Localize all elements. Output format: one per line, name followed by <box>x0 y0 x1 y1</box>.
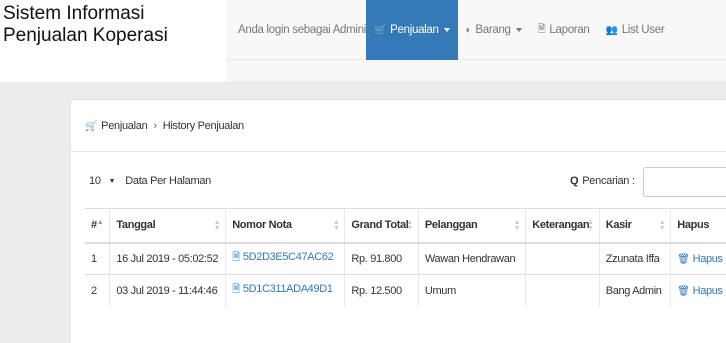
menu-list-user-label: List User <box>621 24 665 36</box>
cell-tanggal: 16 Jul 2019 - 05:02:52 <box>109 242 227 275</box>
document-icon: 🗎 <box>232 284 240 296</box>
col-header-tanggal[interactable]: Tanggal ▲ ▼ <box>109 208 227 244</box>
sort-icon: ▲ ▼ <box>658 219 666 232</box>
trash-icon: 🗑 <box>677 253 690 265</box>
col-header-no[interactable]: #▲ <box>85 208 111 244</box>
cell-nomor-nota[interactable]: 🗎 5D2D3E5C47AC62 <box>225 242 346 275</box>
tag-icon: ◐ <box>465 24 472 36</box>
cell-hapus[interactable]: 🗑 Hapus <box>670 274 726 307</box>
users-icon: 👥 <box>605 24 618 36</box>
breadcrumb-root[interactable]: Penjualan <box>101 120 148 132</box>
sort-asc-icon: ▲ <box>96 219 104 227</box>
col-header-grand-total[interactable]: Grand Total ▲ ▼ <box>344 208 419 244</box>
table-row: 1 16 Jul 2019 - 05:02:52 🗎 5D2D3E5C47AC62… <box>85 242 726 275</box>
cell-hapus[interactable]: 🗑 Hapus <box>670 242 726 275</box>
table-controls: 10 ▼ Data Per Halaman Q Pencarian : <box>85 167 726 197</box>
cart-icon: 🛒 <box>374 24 387 36</box>
history-panel: 🛒 Penjualan › History Penjualan 10 ▼ Dat… <box>70 99 726 343</box>
hapus-link[interactable]: Hapus <box>693 253 723 265</box>
nota-link[interactable]: 5D1C311ADA49D1 <box>243 283 333 295</box>
menu-penjualan-label: Penjualan <box>390 24 439 36</box>
menu-list-user[interactable]: 👥 List User <box>598 0 673 60</box>
menu-penjualan[interactable]: 🛒 Penjualan <box>366 0 458 60</box>
breadcrumb: 🛒 Penjualan › History Penjualan <box>85 120 244 132</box>
menu-laporan[interactable]: 🗎 Laporan <box>530 0 598 60</box>
cart-icon: 🛒 <box>85 120 98 132</box>
table-header-row: #▲ Tanggal ▲ ▼ Nomor Nota ▲ ▼ Grand Total ▲ ▼ … <box>85 208 726 244</box>
per-page-select[interactable]: 10 <box>89 175 101 187</box>
divider <box>71 151 726 152</box>
cell-grand-total: Rp. 12.500 <box>344 274 419 307</box>
sort-icon: ▲ ▼ <box>587 219 594 232</box>
main-menu: 🛒 Penjualan ◐ Barang 🗎 Laporan 👥 List Us… <box>366 0 672 60</box>
navbar: Sistem Informasi Penjualan Koperasi Anda… <box>0 0 726 82</box>
file-icon: 🗎 <box>537 23 546 35</box>
cell-keterangan <box>525 242 600 275</box>
per-page-control: 10 ▼ Data Per Halaman <box>89 175 211 187</box>
menu-laporan-label: Laporan <box>549 24 590 36</box>
sort-icon: ▲ ▼ <box>332 219 340 232</box>
cell-tanggal: 03 Jul 2019 - 11:44:46 <box>109 274 227 307</box>
cell-kasir: Bang Admin <box>599 274 672 307</box>
cell-no: 2 <box>85 274 111 307</box>
col-header-nomor-nota[interactable]: Nomor Nota ▲ ▼ <box>225 208 346 244</box>
col-header-pelanggan[interactable]: Pelanggan ▲ ▼ <box>418 208 527 244</box>
cell-grand-total: Rp. 91.800 <box>344 242 419 275</box>
breadcrumb-separator-icon: › <box>153 120 157 132</box>
search-label: Pencarian : <box>582 175 635 187</box>
breadcrumb-current: History Penjualan <box>162 120 244 132</box>
search-control: Q Pencarian : <box>570 175 635 187</box>
menu-barang[interactable]: ◐ Barang <box>458 0 530 60</box>
col-header-keterangan[interactable]: Keterangan ▲ ▼ <box>525 208 600 244</box>
cell-pelanggan: Umum <box>418 274 527 307</box>
sort-icon: ▲ ▼ <box>213 219 221 232</box>
cell-pelanggan: Wawan Hendrawan <box>418 242 527 275</box>
cell-nomor-nota[interactable]: 🗎 5D1C311ADA49D1 <box>225 274 346 307</box>
history-table: #▲ Tanggal ▲ ▼ Nomor Nota ▲ ▼ Grand Total ▲ ▼ … <box>85 208 726 307</box>
chevron-down-icon <box>515 28 522 32</box>
table-row: 2 03 Jul 2019 - 11:44:46 🗎 5D1C311ADA49D1… <box>85 274 726 307</box>
hapus-link[interactable]: Hapus <box>693 285 723 297</box>
col-header-hapus[interactable]: Hapus <box>670 208 726 244</box>
document-icon: 🗎 <box>232 252 240 264</box>
cell-kasir: Zzunata Iffa <box>599 242 672 275</box>
sort-icon: ▲ ▼ <box>406 219 413 232</box>
trash-icon: 🗑 <box>677 285 690 297</box>
search-input[interactable] <box>643 167 726 197</box>
sort-icon: ▲ ▼ <box>513 219 521 232</box>
brand-box[interactable]: Sistem Informasi Penjualan Koperasi <box>0 0 226 82</box>
menu-barang-label: Barang <box>475 24 511 36</box>
col-header-kasir[interactable]: Kasir ▲ ▼ <box>599 208 672 244</box>
app-title[interactable]: Sistem Informasi Penjualan Koperasi <box>3 3 227 47</box>
per-page-label: Data Per Halaman <box>125 175 211 187</box>
cell-keterangan <box>525 274 600 307</box>
chevron-down-icon <box>443 28 450 32</box>
nota-link[interactable]: 5D2D3E5C47AC62 <box>243 251 334 263</box>
caret-down-icon[interactable]: ▼ <box>109 178 116 185</box>
cell-no: 1 <box>85 242 111 275</box>
search-icon: Q <box>570 175 579 187</box>
